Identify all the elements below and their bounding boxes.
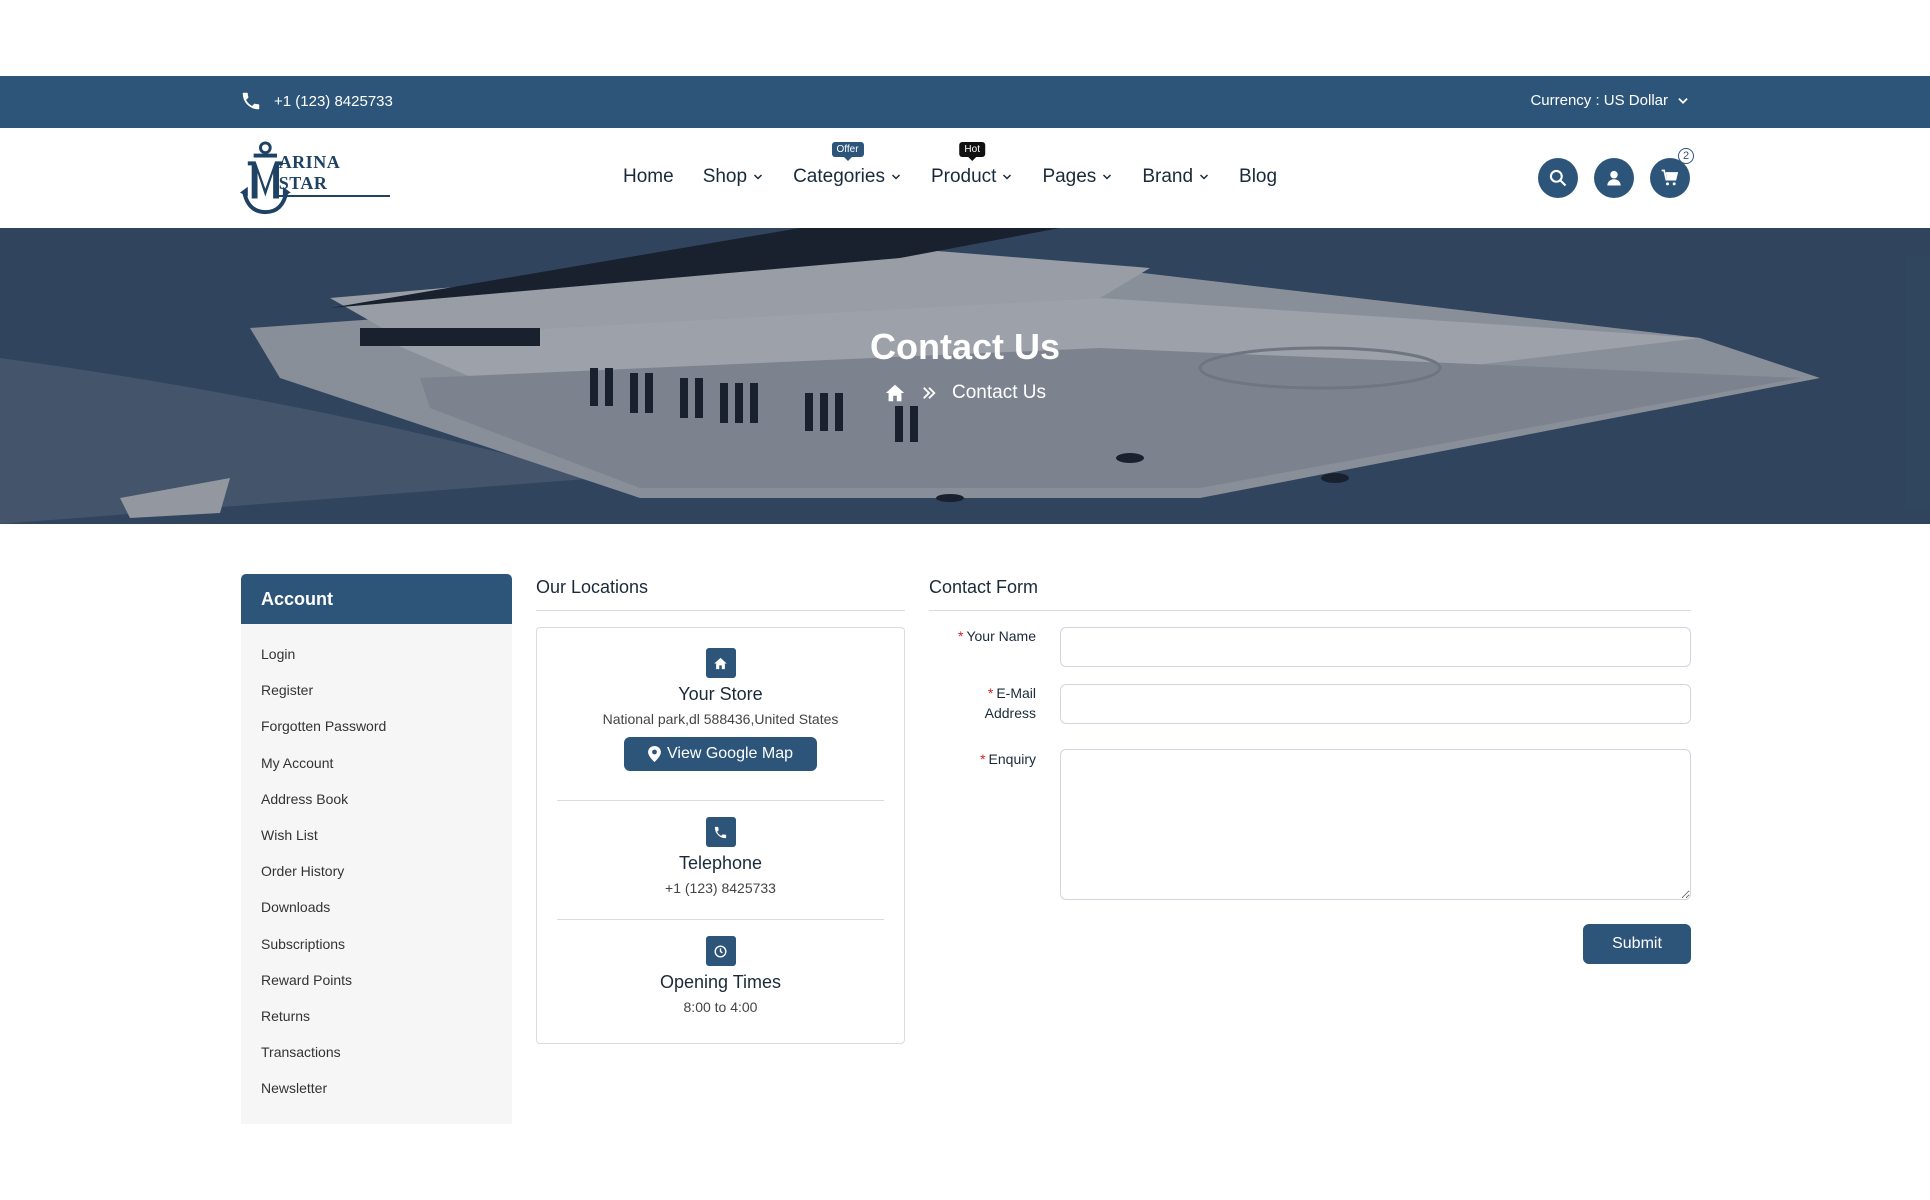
account-title: Account (241, 574, 512, 624)
account-item-returns[interactable]: Returns (261, 998, 512, 1034)
name-input[interactable] (1060, 627, 1691, 667)
breadcrumb-current[interactable]: Contact Us (952, 382, 1046, 404)
enquiry-label: * Enquiry (929, 749, 1036, 769)
top-phone-number: +1 (123) 8425733 (274, 92, 393, 110)
required-asterisk: * (980, 751, 986, 767)
opening-times-title: Opening Times (659, 972, 782, 992)
page-banner: Contact Us Contact Us (0, 228, 1930, 524)
phone-icon (242, 92, 260, 110)
nav-home-label: Home (623, 166, 674, 187)
store-address: National park,dl 588436,United States (602, 711, 839, 727)
hot-badge: Hot (959, 142, 985, 157)
account-button[interactable] (1594, 158, 1634, 198)
chevron-down-icon (754, 174, 763, 180)
telephone-title: Telephone (678, 853, 763, 873)
nav-product[interactable]: Hot Product (930, 142, 1013, 188)
store-block: Your Store National park,dl 588436,Unite… (557, 648, 884, 771)
nav-brand-label: Brand (1142, 166, 1194, 187)
email-input[interactable] (1060, 684, 1691, 724)
nav-brand[interactable]: Brand (1142, 166, 1210, 188)
nav-shop-label: Shop (702, 166, 748, 187)
required-asterisk: * (987, 685, 994, 701)
name-label-text: Your Name (966, 628, 1036, 644)
nav-categories-label: Categories (793, 166, 885, 187)
chevron-down-icon (891, 174, 900, 180)
map-marker-icon (648, 746, 661, 762)
nav-pages-label: Pages (1042, 166, 1097, 187)
nav-pages[interactable]: Pages (1042, 166, 1113, 188)
account-item-forgotten-password[interactable]: Forgotten Password (261, 708, 512, 744)
enquiry-textarea[interactable] (1060, 749, 1691, 900)
locations-card: Your Store National park,dl 588436,Unite… (536, 627, 905, 1044)
chevron-down-icon (1199, 174, 1209, 180)
chevron-down-icon (1003, 174, 1012, 180)
top-phone[interactable]: +1 (123) 8425733 (240, 90, 393, 112)
account-menu: Login Register Forgotten Password My Acc… (241, 624, 512, 1106)
cart-count-badge: 2 (1678, 148, 1694, 164)
locations-divider (557, 919, 884, 920)
home-icon (705, 648, 736, 678)
account-item-order-history[interactable]: Order History (261, 853, 512, 889)
email-label-line2: Address (984, 705, 1036, 721)
submit-button[interactable]: Submit (1583, 924, 1691, 964)
view-google-map-label: View Google Map (667, 745, 793, 762)
currency-selector[interactable]: Currency : US Dollar (1530, 92, 1690, 109)
account-item-downloads[interactable]: Downloads (261, 889, 512, 925)
double-chevron-right-icon (923, 387, 936, 399)
contact-form-title: Contact Form (929, 577, 1691, 611)
account-item-subscriptions[interactable]: Subscriptions (261, 926, 512, 962)
banner-overlay (0, 228, 1930, 524)
nav-categories[interactable]: Offer Categories (793, 142, 902, 188)
site-logo[interactable]: ARINA STAR (240, 138, 390, 218)
account-item-transactions[interactable]: Transactions (261, 1034, 512, 1070)
account-item-login[interactable]: Login (261, 636, 512, 672)
opening-times-block: Opening Times 8:00 to 4:00 (557, 936, 884, 1015)
phone-icon (705, 817, 736, 847)
offer-badge: Offer (831, 142, 864, 157)
account-item-my-account[interactable]: My Account (261, 745, 512, 781)
breadcrumb: Contact Us (0, 382, 1930, 404)
search-icon (1549, 169, 1567, 187)
user-icon (1607, 170, 1621, 186)
telephone-block: Telephone +1 (123) 8425733 (557, 817, 884, 896)
enquiry-label-text: Enquiry (988, 751, 1036, 767)
clock-icon (705, 936, 736, 966)
opening-times-value: 8:00 to 4:00 (683, 999, 758, 1015)
chevron-down-icon (1678, 97, 1688, 104)
account-item-reward-points[interactable]: Reward Points (261, 962, 512, 998)
home-icon[interactable] (884, 382, 906, 404)
locations-divider (557, 800, 884, 801)
account-item-newsletter[interactable]: Newsletter (261, 1070, 512, 1106)
logo-text: ARINA STAR (278, 152, 390, 197)
name-label: * Your Name (929, 626, 1036, 646)
nav-shop[interactable]: Shop (703, 166, 764, 188)
cart-icon (1661, 169, 1679, 186)
nav-blog-label: Blog (1239, 166, 1278, 187)
locations-title: Our Locations (536, 577, 905, 611)
account-item-address-book[interactable]: Address Book (261, 781, 512, 817)
nav-product-label: Product (930, 166, 997, 187)
view-google-map-button[interactable]: View Google Map (624, 737, 817, 771)
store-name: Your Store (678, 684, 763, 704)
nav-blog[interactable]: Blog (1239, 166, 1277, 188)
locations-section: Our Locations Your Store National park,d… (536, 574, 905, 1044)
nav-home[interactable]: Home (623, 166, 674, 188)
top-bar: +1 (123) 8425733 Currency : US Dollar (0, 76, 1930, 128)
page-title: Contact Us (869, 326, 1061, 367)
currency-label: Currency : US Dollar (1530, 92, 1668, 109)
account-sidebar: Account Login Register Forgotten Passwor… (241, 574, 512, 1124)
telephone-value: +1 (123) 8425733 (665, 880, 776, 896)
account-item-wish-list[interactable]: Wish List (261, 817, 512, 853)
chevron-down-icon (1103, 174, 1112, 180)
contact-form-section: Contact Form * Your Name * E-Mail Address *… (929, 574, 1691, 964)
main-header: ARINA STAR Home Shop Offer Categories Hot… (0, 128, 1930, 228)
email-label: * E-Mail Address (929, 683, 1036, 723)
cart-button[interactable]: 2 (1650, 148, 1694, 198)
account-item-register[interactable]: Register (261, 672, 512, 708)
main-nav: Home Shop Offer Categories Hot Product Pag… (623, 142, 1306, 188)
required-asterisk: * (958, 628, 964, 644)
search-button[interactable] (1538, 158, 1578, 198)
email-label-line1: E-Mail (996, 685, 1036, 701)
submit-label: Submit (1612, 935, 1662, 952)
